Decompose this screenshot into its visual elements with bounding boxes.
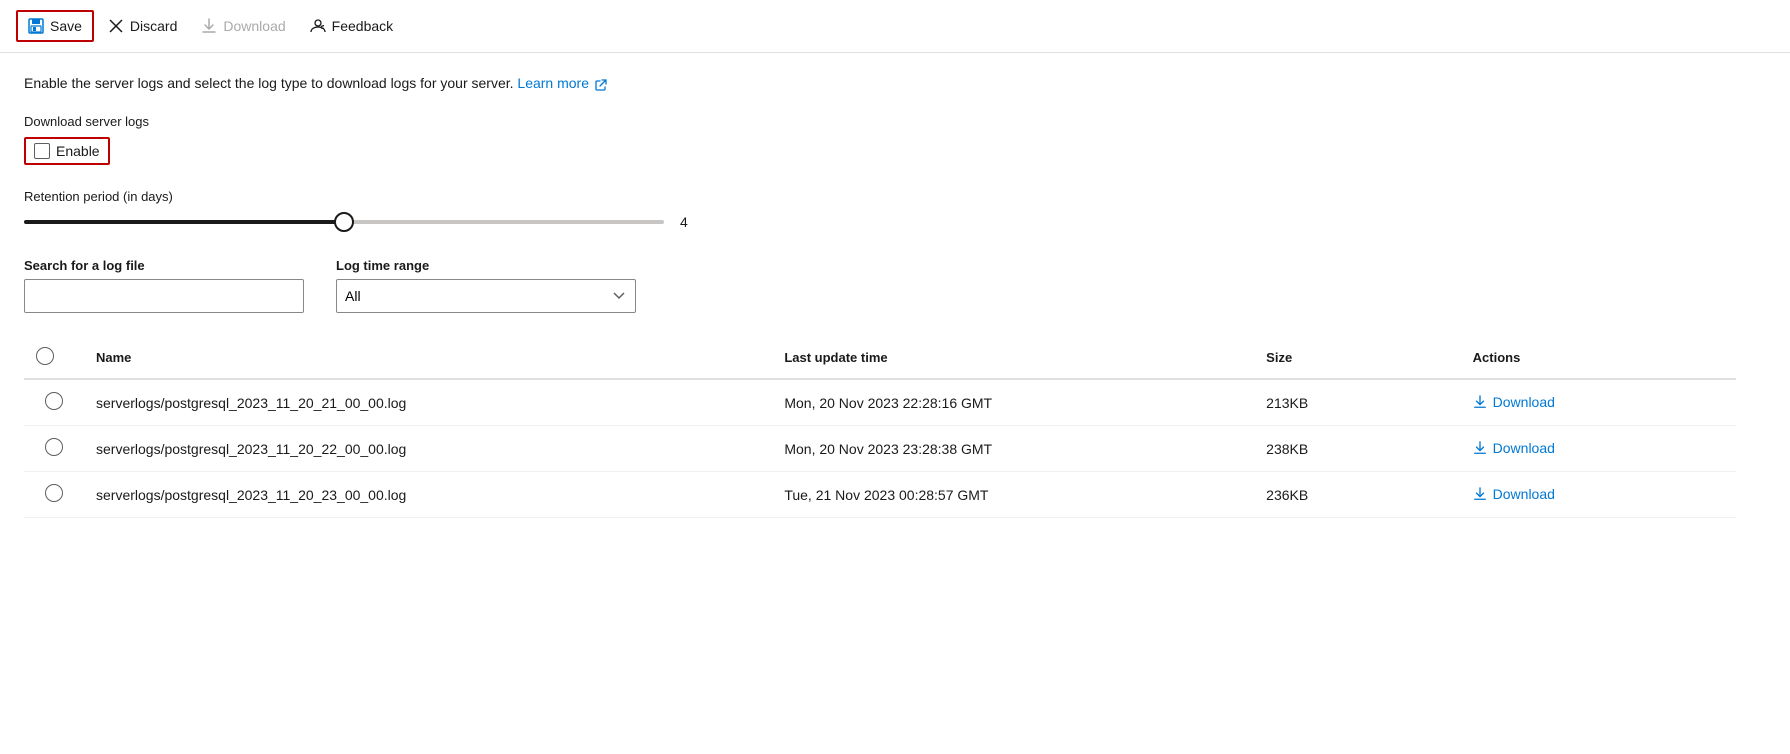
row-time: Mon, 20 Nov 2023 22:28:16 GMT <box>772 379 1254 426</box>
row-name: serverlogs/postgresql_2023_11_20_21_00_0… <box>84 379 772 426</box>
server-logs-label: Download server logs <box>24 114 1736 129</box>
row-size: 238KB <box>1254 426 1461 472</box>
retention-value: 4 <box>680 214 700 230</box>
download-toolbar-icon <box>201 18 217 34</box>
table-header-select <box>24 337 84 379</box>
row-actions: Download <box>1461 472 1736 518</box>
retention-section: Retention period (in days) 4 <box>24 189 1736 230</box>
row-radio-cell <box>24 426 84 472</box>
row-actions: Download <box>1461 379 1736 426</box>
learn-more-link[interactable]: Learn more <box>517 75 606 91</box>
row-size: 236KB <box>1254 472 1461 518</box>
retention-slider[interactable] <box>24 220 664 224</box>
table-header-time: Last update time <box>772 337 1254 379</box>
search-group: Search for a log file <box>24 258 304 313</box>
download-button[interactable]: Download <box>1473 394 1555 410</box>
row-radio-button[interactable] <box>45 484 63 502</box>
table-header-actions: Actions <box>1461 337 1736 379</box>
header-radio-icon <box>36 347 54 365</box>
discard-icon <box>108 18 124 34</box>
table-row: serverlogs/postgresql_2023_11_20_23_00_0… <box>24 472 1736 518</box>
toolbar: Save Discard Download F <box>0 0 1790 53</box>
download-label: Download <box>1493 440 1555 456</box>
filters-row: Search for a log file Log time range All… <box>24 258 1736 313</box>
save-icon <box>28 18 44 34</box>
enable-label: Enable <box>56 143 100 159</box>
discard-label: Discard <box>130 18 177 34</box>
description-text: Enable the server logs and select the lo… <box>24 73 1736 94</box>
row-name: serverlogs/postgresql_2023_11_20_22_00_0… <box>84 426 772 472</box>
time-range-label: Log time range <box>336 258 636 273</box>
download-icon <box>1473 441 1487 455</box>
row-radio-button[interactable] <box>45 392 63 410</box>
enable-checkbox-label[interactable]: Enable <box>24 137 110 165</box>
table-header-size: Size <box>1254 337 1461 379</box>
download-toolbar-button[interactable]: Download <box>191 12 295 40</box>
feedback-label: Feedback <box>332 18 393 34</box>
download-toolbar-label: Download <box>223 18 285 34</box>
download-icon <box>1473 395 1487 409</box>
row-radio-cell <box>24 472 84 518</box>
search-label: Search for a log file <box>24 258 304 273</box>
main-content: Enable the server logs and select the lo… <box>0 53 1760 538</box>
time-range-select[interactable]: All Last 1 hour Last 6 hours Last 12 hou… <box>336 279 636 313</box>
table-header-name: Name <box>84 337 772 379</box>
external-link-icon <box>595 79 607 91</box>
enable-checkbox[interactable] <box>34 143 50 159</box>
discard-button[interactable]: Discard <box>98 12 187 40</box>
table-row: serverlogs/postgresql_2023_11_20_21_00_0… <box>24 379 1736 426</box>
search-input[interactable] <box>24 279 304 313</box>
time-range-group: Log time range All Last 1 hour Last 6 ho… <box>336 258 636 313</box>
log-table: Name Last update time Size Actions serve… <box>24 337 1736 518</box>
slider-row: 4 <box>24 214 1736 230</box>
save-button[interactable]: Save <box>16 10 94 42</box>
enable-row: Enable <box>24 137 1736 165</box>
row-time: Tue, 21 Nov 2023 00:28:57 GMT <box>772 472 1254 518</box>
row-radio-cell <box>24 379 84 426</box>
download-label: Download <box>1493 394 1555 410</box>
table-header-row: Name Last update time Size Actions <box>24 337 1736 379</box>
feedback-icon <box>310 18 326 34</box>
download-icon <box>1473 487 1487 501</box>
table-row: serverlogs/postgresql_2023_11_20_22_00_0… <box>24 426 1736 472</box>
save-label: Save <box>50 18 82 34</box>
download-button[interactable]: Download <box>1473 486 1555 502</box>
download-label: Download <box>1493 486 1555 502</box>
download-button[interactable]: Download <box>1473 440 1555 456</box>
retention-label: Retention period (in days) <box>24 189 1736 204</box>
feedback-button[interactable]: Feedback <box>300 12 403 40</box>
row-actions: Download <box>1461 426 1736 472</box>
row-name: serverlogs/postgresql_2023_11_20_23_00_0… <box>84 472 772 518</box>
row-size: 213KB <box>1254 379 1461 426</box>
row-radio-button[interactable] <box>45 438 63 456</box>
row-time: Mon, 20 Nov 2023 23:28:38 GMT <box>772 426 1254 472</box>
